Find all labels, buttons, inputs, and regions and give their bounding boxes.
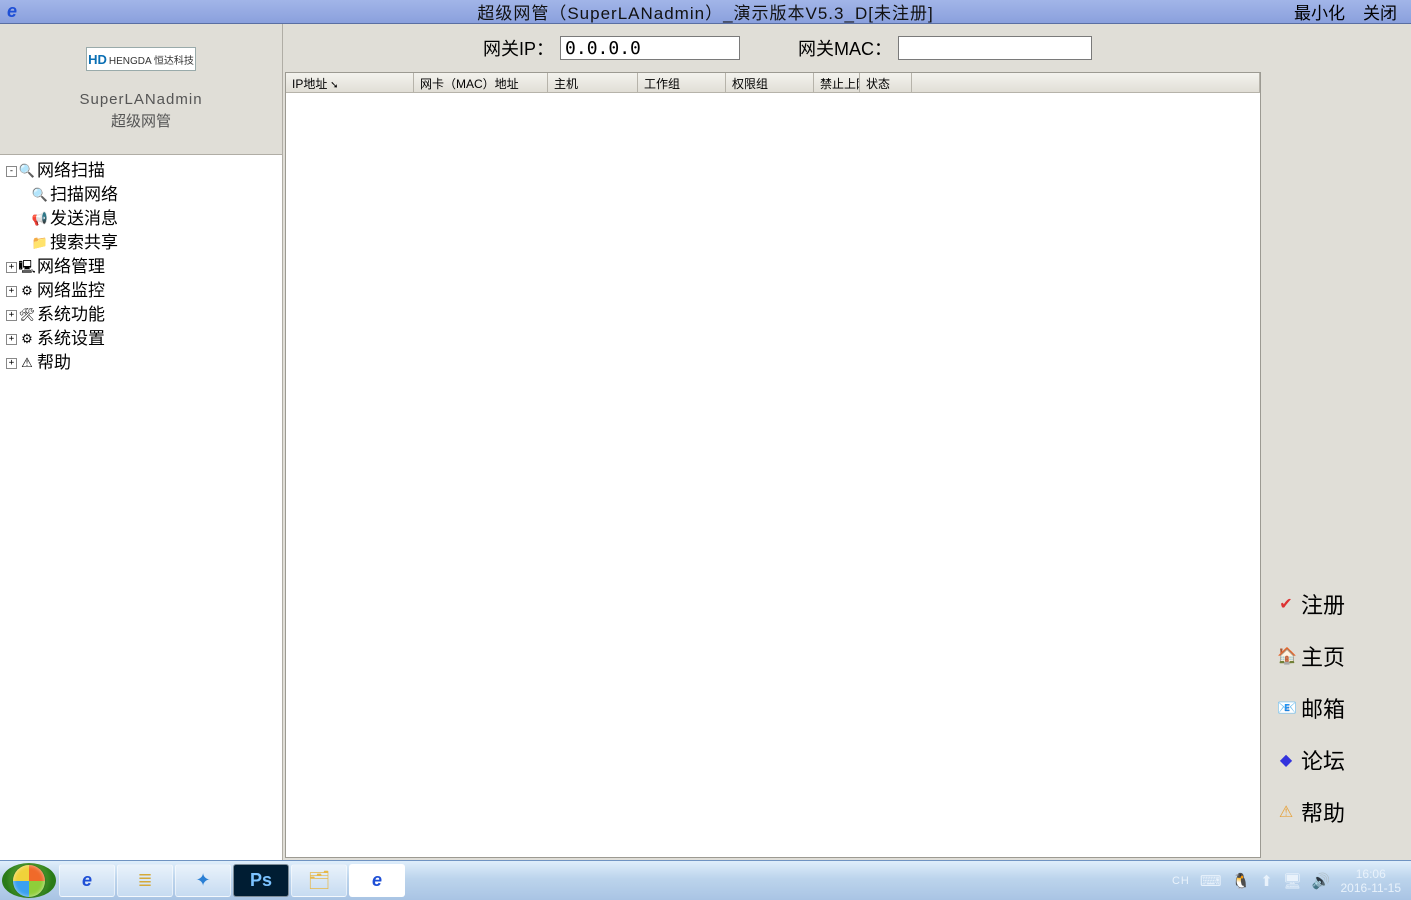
- close-button[interactable]: 关闭: [1363, 0, 1397, 24]
- link-label: 论坛: [1301, 744, 1345, 776]
- clock-time: 16:06: [1341, 867, 1402, 881]
- speaker-icon: 📢: [32, 211, 48, 227]
- logo-image: HD HENGDA 恒达科技: [86, 47, 196, 71]
- side-link-帮助[interactable]: ⚠ 帮助: [1263, 786, 1411, 838]
- grid-header: IP地址网卡（MAC）地址主机工作组权限组禁止上网状态: [286, 73, 1260, 93]
- side-link-注册[interactable]: ✔ 注册: [1263, 578, 1411, 630]
- expand-icon[interactable]: +: [6, 334, 17, 345]
- logo-area: HD HENGDA 恒达科技 SuperLANadmin 超级网管: [0, 24, 282, 154]
- start-button[interactable]: [2, 863, 56, 898]
- gateway-mac-label: 网关MAC：: [798, 35, 892, 61]
- tray-icon[interactable]: 🐧: [1232, 872, 1251, 890]
- grid-column-header[interactable]: [912, 73, 1260, 92]
- grid-column-header[interactable]: 状态: [860, 73, 912, 92]
- gear-icon: ⚙: [19, 283, 35, 299]
- tree-label: 系统设置: [37, 327, 105, 351]
- nav-tree: - 🔍 网络扫描 🔍 扫描网络 📢 发送消息: [0, 154, 282, 860]
- link-icon: ⚠: [1277, 802, 1295, 822]
- side-link-主页[interactable]: 🏠 主页: [1263, 630, 1411, 682]
- magnifier-icon: 🔍: [32, 187, 48, 203]
- link-icon: ◆: [1277, 750, 1295, 770]
- tree-label: 网络管理: [37, 255, 105, 279]
- system-tray: CH ⌨ 🐧 ⬆ 🖥 🔊 16:06 2016-11-15: [1162, 861, 1411, 900]
- tray-icon[interactable]: ⬆: [1260, 872, 1273, 890]
- product-name-en: SuperLANadmin: [79, 91, 202, 108]
- link-icon: ✔: [1277, 594, 1295, 614]
- tree-node-help[interactable]: + ⚠ 帮助: [2, 351, 280, 375]
- ime-indicator[interactable]: CH: [1172, 875, 1190, 887]
- tree-node-scan-network[interactable]: 🔍 扫描网络: [2, 183, 280, 207]
- gateway-bar: 网关IP： 网关MAC：: [283, 24, 1263, 72]
- host-grid: IP地址网卡（MAC）地址主机工作组权限组禁止上网状态: [285, 72, 1261, 858]
- taskbar-app-explorer[interactable]: 🗂: [291, 864, 347, 897]
- magnifier-icon: 🔍: [19, 163, 35, 179]
- taskbar-app-tool[interactable]: ✦: [175, 864, 231, 897]
- taskbar-app-ie[interactable]: e: [59, 864, 115, 897]
- tree-label: 搜索共享: [50, 231, 118, 255]
- link-icon: 📧: [1277, 698, 1295, 718]
- clock[interactable]: 16:06 2016-11-15: [1341, 867, 1402, 895]
- titlebar: e 超级网管（SuperLANadmin）_演示版本V5.3_D[未注册] 最小…: [0, 0, 1411, 24]
- tree-label: 网络扫描: [37, 159, 105, 183]
- computer-icon: 🖳: [19, 259, 35, 275]
- logo-text: HD: [88, 52, 107, 67]
- grid-column-header[interactable]: 工作组: [638, 73, 726, 92]
- grid-column-header[interactable]: 网卡（MAC）地址: [414, 73, 548, 92]
- link-label: 邮箱: [1301, 692, 1345, 724]
- gateway-ip-label: 网关IP：: [483, 35, 554, 61]
- expand-icon[interactable]: +: [6, 310, 17, 321]
- tray-volume-icon[interactable]: 🔊: [1312, 872, 1331, 890]
- taskbar-app-photoshop[interactable]: Ps: [233, 864, 289, 897]
- clock-date: 2016-11-15: [1341, 881, 1402, 895]
- taskbar-app-superlanadmin[interactable]: e: [349, 864, 405, 897]
- grid-column-header[interactable]: 主机: [548, 73, 638, 92]
- left-panel: HD HENGDA 恒达科技 SuperLANadmin 超级网管 - 🔍 网络…: [0, 24, 283, 860]
- grid-column-header[interactable]: 权限组: [726, 73, 814, 92]
- window-title: 超级网管（SuperLANadmin）_演示版本V5.3_D[未注册]: [477, 0, 933, 24]
- expand-icon[interactable]: +: [6, 286, 17, 297]
- logo-subtext: HENGDA 恒达科技: [109, 52, 194, 67]
- side-link-邮箱[interactable]: 📧 邮箱: [1263, 682, 1411, 734]
- link-icon: 🏠: [1277, 646, 1295, 666]
- tree-node-system-function[interactable]: + 🛠 系统功能: [2, 303, 280, 327]
- tree-label: 扫描网络: [50, 183, 118, 207]
- link-label: 主页: [1301, 640, 1345, 672]
- tree-label: 帮助: [37, 351, 71, 375]
- tray-icon[interactable]: 🖥: [1283, 872, 1302, 890]
- tree-node-search-share[interactable]: 📁 搜索共享: [2, 231, 280, 255]
- tools-icon: 🛠: [19, 307, 35, 323]
- minimize-button[interactable]: 最小化: [1294, 0, 1345, 24]
- tree-label: 网络监控: [37, 279, 105, 303]
- tree-label: 发送消息: [50, 207, 118, 231]
- expand-icon[interactable]: -: [6, 166, 17, 177]
- taskbar-app-notes[interactable]: ≣: [117, 864, 173, 897]
- grid-column-header[interactable]: IP地址: [286, 73, 414, 92]
- grid-column-header[interactable]: 禁止上网: [814, 73, 860, 92]
- tree-node-send-message[interactable]: 📢 发送消息: [2, 207, 280, 231]
- expand-icon[interactable]: +: [6, 262, 17, 273]
- gear-icon: ⚙: [19, 331, 35, 347]
- tree-node-system-settings[interactable]: + ⚙ 系统设置: [2, 327, 280, 351]
- gateway-mac-input[interactable]: [898, 36, 1092, 60]
- tree-node-network-manage[interactable]: + 🖳 网络管理: [2, 255, 280, 279]
- warning-icon: ⚠: [19, 355, 35, 371]
- center-panel: 网关IP： 网关MAC： IP地址网卡（MAC）地址主机工作组权限组禁止上网状态: [283, 24, 1263, 860]
- app-icon: e: [0, 0, 24, 24]
- link-label: 注册: [1301, 588, 1345, 620]
- tree-node-network-monitor[interactable]: + ⚙ 网络监控: [2, 279, 280, 303]
- tray-icon[interactable]: ⌨: [1200, 872, 1222, 890]
- expand-icon[interactable]: +: [6, 358, 17, 369]
- link-label: 帮助: [1301, 796, 1345, 828]
- right-link-strip: ✔ 注册 🏠 主页 📧 邮箱 ◆ 论坛 ⚠ 帮助: [1263, 24, 1411, 860]
- tree-label: 系统功能: [37, 303, 105, 327]
- gateway-ip-input[interactable]: [560, 36, 740, 60]
- side-link-论坛[interactable]: ◆ 论坛: [1263, 734, 1411, 786]
- grid-body[interactable]: [286, 93, 1260, 857]
- taskbar: e ≣ ✦ Ps 🗂 e CH ⌨ 🐧 ⬆ 🖥 🔊 16:06 2016-11-…: [0, 860, 1411, 900]
- tree-node-network-scan[interactable]: - 🔍 网络扫描: [2, 159, 280, 183]
- windows-orb-icon: [13, 865, 45, 897]
- folder-icon: 📁: [32, 235, 48, 251]
- product-name-cn: 超级网管: [111, 110, 171, 131]
